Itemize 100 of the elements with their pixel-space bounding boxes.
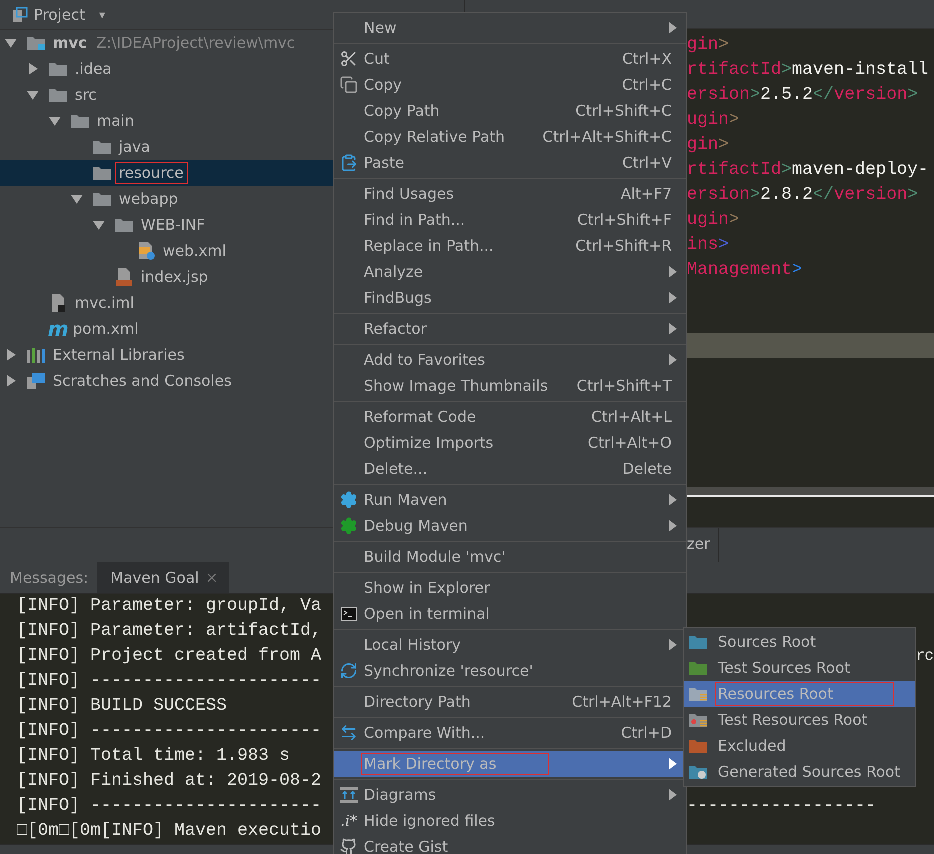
menu-item[interactable]: Local History (334, 632, 686, 658)
menu-item[interactable]: Sources Root (684, 629, 915, 655)
shortcut-text: Ctrl+Alt+O (588, 434, 673, 452)
menu-item[interactable]: Cut Ctrl+X (334, 46, 686, 72)
caret-icon[interactable]: ▾ (99, 8, 106, 22)
library-icon (26, 346, 46, 364)
menu-item[interactable]: Optimize Imports Ctrl+Alt+O (334, 430, 686, 456)
menu-item[interactable]: Create Gist (334, 834, 686, 854)
menu-item[interactable]: Add to Favorites (334, 347, 686, 373)
menu-item[interactable]: Find in Path... Ctrl+Shift+F (334, 207, 686, 233)
code-line: gin> (687, 34, 730, 57)
sync-icon (340, 662, 358, 680)
console-line: [INFO] Finished at: 2019-08-2 (17, 771, 322, 792)
menu-item[interactable]: Diagrams (334, 782, 686, 808)
maven-goal-tab[interactable]: Maven Goal (96, 562, 230, 594)
folder-icon (48, 61, 68, 77)
menu-item[interactable]: Refactor (334, 316, 686, 342)
console-line: [INFO] Parameter: groupId, Va (17, 596, 322, 616)
collapsed-arrow-icon[interactable] (4, 374, 18, 388)
terminal-icon (341, 607, 357, 621)
code-line: ugin> (687, 109, 741, 132)
console-line: [INFO] Project created from A (17, 646, 322, 666)
module-folder-icon (26, 35, 46, 51)
gear-icon (340, 491, 358, 509)
menu-item[interactable]: Synchronize 'resource' (334, 658, 686, 684)
test-sources-folder-icon (688, 660, 708, 676)
collapsed-arrow-icon[interactable] (26, 62, 40, 76)
scissors-icon (340, 50, 358, 68)
menu-item[interactable]: Generated Sources Root (684, 759, 915, 785)
folder-icon (92, 191, 112, 207)
sources-folder-icon (688, 634, 708, 650)
menu-item[interactable]: Copy Relative Path Ctrl+Alt+Shift+C (334, 124, 686, 150)
menu-item[interactable]: Debug Maven (334, 513, 686, 539)
excluded-folder-icon (688, 738, 708, 754)
panel-title[interactable]: Project (34, 6, 86, 24)
gear-icon (340, 517, 358, 535)
shortcut-text: Ctrl+Alt+F12 (572, 693, 673, 711)
resources-folder-icon (688, 686, 708, 702)
console-line: ------------------ (687, 795, 876, 818)
shortcut-text: Ctrl+Shift+R (576, 237, 673, 255)
console-line: [INFO] BUILD SUCCESS (17, 696, 228, 716)
code-line: ugin> (687, 209, 741, 232)
menu-item[interactable]: Copy Path Ctrl+Shift+C (334, 98, 686, 124)
folder-icon (48, 87, 68, 103)
expanded-arrow-icon[interactable] (26, 88, 40, 102)
expanded-arrow-icon[interactable] (48, 114, 62, 128)
maven-icon: m (48, 319, 66, 339)
menu-item[interactable]: Directory Path Ctrl+Alt+F12 (334, 689, 686, 715)
code-line: rtifactId>maven-install (687, 59, 930, 82)
menu-item[interactable]: Delete... Delete (334, 456, 686, 482)
folder-icon (114, 217, 134, 233)
menu-item[interactable]: Show in Explorer (334, 575, 686, 601)
menu-item[interactable]: Test Resources Root (684, 707, 915, 733)
expanded-arrow-icon[interactable] (92, 218, 106, 232)
menu-item[interactable]: Reformat Code Ctrl+Alt+L (334, 404, 686, 430)
copy-icon (340, 76, 358, 94)
shortcut-text: Delete (622, 460, 673, 478)
ignored-files-icon: .i* (340, 812, 358, 830)
menu-item[interactable]: FindBugs (334, 285, 686, 311)
shortcut-text: Ctrl+Alt+Shift+C (542, 128, 673, 146)
console-line: [INFO] ---------------------- (17, 671, 322, 692)
expanded-arrow-icon[interactable] (4, 36, 18, 50)
expanded-arrow-icon[interactable] (70, 192, 84, 206)
menu-item[interactable]: Open in terminal (334, 601, 686, 627)
shortcut-text: Ctrl+Alt+L (592, 408, 673, 426)
scratches-icon (26, 372, 46, 390)
console-line: [INFO] ---------------------- (17, 796, 322, 816)
folder-icon (92, 139, 112, 155)
menu-item[interactable]: New (334, 15, 686, 41)
code-line: rtifactId>maven-deploy- (687, 159, 930, 182)
code-line: ersion>2.8.2</version> (687, 184, 920, 207)
console-line: □[0m□[0m[INFO] Maven executio (17, 821, 322, 842)
messages-label: Messages: (9, 568, 90, 589)
shortcut-text: Ctrl+X (622, 50, 673, 68)
code-line: ins> (687, 234, 730, 257)
jsp-file-icon (114, 267, 134, 287)
menu-item[interactable]: Run Maven (334, 487, 686, 513)
menu-item[interactable]: Excluded (684, 733, 915, 759)
console-line: rc (916, 646, 934, 668)
shortcut-text: Ctrl+C (622, 76, 673, 94)
shortcut-text: Ctrl+D (621, 724, 673, 742)
console-line: [INFO] Parameter: artifactId, (17, 621, 322, 642)
collapsed-arrow-icon[interactable] (4, 348, 18, 362)
menu-item[interactable]: Test Sources Root (684, 655, 915, 681)
shortcut-text: Ctrl+V (622, 154, 673, 172)
generated-folder-icon (688, 764, 708, 780)
menu-item[interactable]: .i* Hide ignored files (334, 808, 686, 834)
console-line: [INFO] ---------------------- (17, 721, 322, 742)
paste-icon (340, 154, 358, 172)
menu-item[interactable]: Build Module 'mvc' (334, 544, 686, 570)
menu-item[interactable]: Analyze (334, 259, 686, 285)
diagram-icon (340, 787, 358, 803)
menu-item[interactable]: Show Image Thumbnails Ctrl+Shift+T (334, 373, 686, 399)
menu-item[interactable]: Compare With... Ctrl+D (334, 720, 686, 746)
menu-item[interactable]: Replace in Path... Ctrl+Shift+R (334, 233, 686, 259)
test-resources-folder-icon (688, 712, 708, 728)
shortcut-text: Ctrl+Shift+F (577, 211, 673, 229)
xml-file-icon (136, 241, 156, 261)
menu-item[interactable]: Copy Ctrl+C (334, 72, 686, 98)
folder-icon (92, 165, 112, 181)
